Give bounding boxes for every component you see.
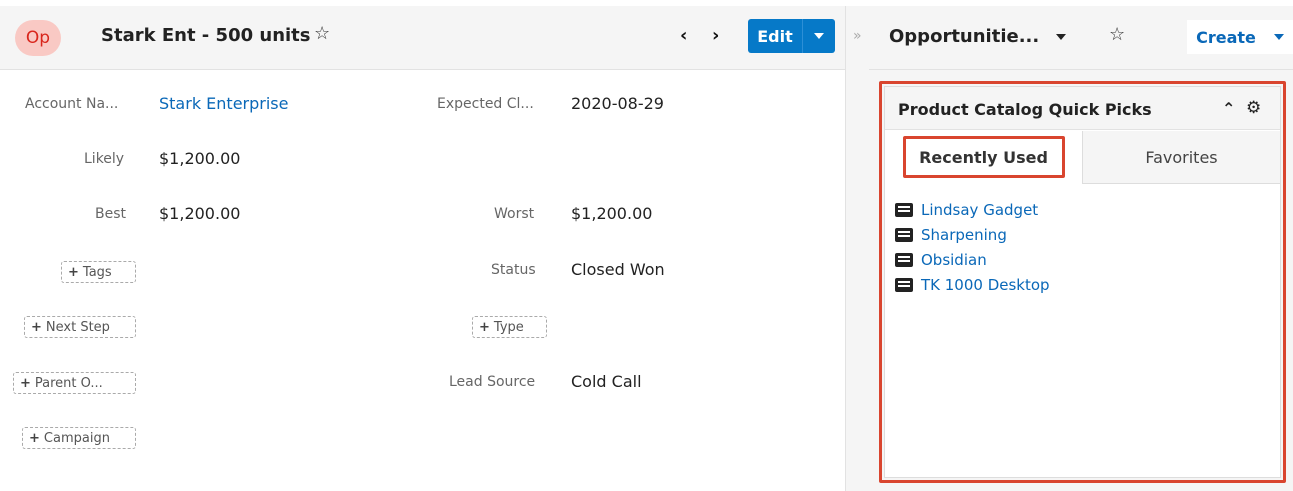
favorites-star-icon[interactable]: ☆ bbox=[1109, 24, 1125, 45]
account-name-link[interactable]: Stark Enterprise bbox=[159, 94, 288, 113]
favorite-star-icon[interactable]: ☆ bbox=[314, 23, 330, 44]
add-next-step-button[interactable]: + Next Step bbox=[24, 316, 136, 338]
plus-icon: + bbox=[29, 430, 40, 446]
create-button-group: Create bbox=[1187, 20, 1293, 54]
best-label: Best bbox=[95, 206, 127, 222]
sidebar-pane: Opportunitie... ☆ Create Product Catalog… bbox=[869, 6, 1293, 491]
record-pane: Op Stark Ent - 500 units ☆ ‹ › Edit Acco… bbox=[0, 6, 845, 491]
worst-value[interactable]: $1,200.00 bbox=[571, 204, 652, 223]
pane-divider[interactable]: » bbox=[845, 6, 869, 491]
add-campaign-label: Campaign bbox=[43, 430, 110, 446]
module-selector[interactable]: Opportunitie... bbox=[889, 26, 1039, 47]
add-type-button[interactable]: + Type bbox=[472, 316, 547, 338]
caret-down-icon[interactable] bbox=[1056, 34, 1066, 40]
plus-icon: + bbox=[68, 264, 79, 280]
status-value[interactable]: Closed Won bbox=[571, 260, 665, 279]
add-parent-label: Parent O... bbox=[34, 375, 103, 391]
caret-down-icon bbox=[1274, 34, 1284, 40]
create-button[interactable]: Create bbox=[1187, 20, 1265, 54]
record-title: Stark Ent - 500 units bbox=[101, 25, 311, 46]
lead-source-value[interactable]: Cold Call bbox=[571, 372, 642, 391]
next-record-icon[interactable]: › bbox=[712, 25, 719, 46]
likely-value[interactable]: $1,200.00 bbox=[159, 149, 240, 168]
status-label: Status bbox=[491, 262, 536, 278]
worst-label: Worst bbox=[494, 206, 535, 222]
add-tags-label: Tags bbox=[82, 264, 112, 280]
expected-close-value[interactable]: 2020-08-29 bbox=[571, 94, 664, 113]
previous-record-icon[interactable]: ‹ bbox=[680, 25, 687, 46]
edit-button[interactable]: Edit bbox=[748, 19, 802, 53]
record-header: Op Stark Ent - 500 units ☆ ‹ › Edit bbox=[0, 6, 845, 70]
plus-icon: + bbox=[20, 375, 31, 391]
dashlet-highlight-outline bbox=[879, 81, 1286, 483]
add-next-step-label: Next Step bbox=[45, 319, 110, 335]
caret-down-icon bbox=[814, 33, 824, 39]
add-tags-button[interactable]: + Tags bbox=[61, 261, 136, 283]
add-campaign-button[interactable]: + Campaign bbox=[22, 427, 136, 449]
create-actions-dropdown[interactable] bbox=[1265, 20, 1293, 54]
edit-button-group: Edit bbox=[748, 19, 835, 53]
double-chevron-icon[interactable]: » bbox=[853, 28, 862, 44]
likely-label: Likely bbox=[84, 151, 125, 167]
sidebar-header: Opportunitie... ☆ Create bbox=[869, 6, 1293, 70]
plus-icon: + bbox=[479, 319, 490, 335]
add-type-label: Type bbox=[493, 319, 524, 335]
best-value[interactable]: $1,200.00 bbox=[159, 204, 240, 223]
plus-icon: + bbox=[31, 319, 42, 335]
lead-source-label: Lead Source bbox=[449, 374, 536, 390]
account-name-label: Account Na... bbox=[25, 96, 119, 112]
module-avatar: Op bbox=[15, 20, 61, 56]
expected-close-label: Expected Cl... bbox=[437, 96, 534, 112]
add-parent-button[interactable]: + Parent O... bbox=[13, 372, 136, 394]
edit-actions-dropdown[interactable] bbox=[802, 19, 835, 53]
